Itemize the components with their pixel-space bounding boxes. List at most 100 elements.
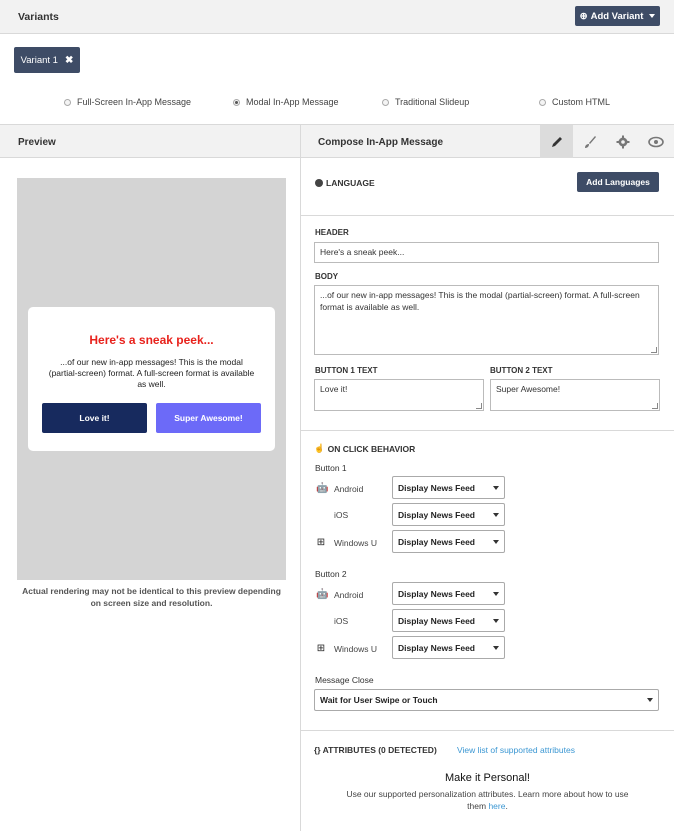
- button2-text-value: Super Awesome!: [496, 384, 561, 394]
- modal-header: Here's a sneak peek...: [89, 333, 214, 347]
- divider: [301, 730, 674, 731]
- behavior-select-b2-windows[interactable]: Display News Feed: [392, 636, 505, 659]
- resize-handle-icon[interactable]: [476, 403, 482, 409]
- modal-preview: Here's a sneak peek... ...of our new in-…: [28, 307, 275, 451]
- header-input[interactable]: Here's a sneak peek...: [314, 242, 659, 263]
- caret-down-icon: [493, 485, 499, 490]
- radio-custom-html[interactable]: Custom HTML: [539, 97, 610, 107]
- platform-android-2: 🤖 Android: [316, 589, 363, 600]
- divider: [301, 215, 674, 216]
- caret-down-icon: [649, 14, 656, 18]
- button2-text-input[interactable]: Super Awesome!: [490, 379, 660, 411]
- android-icon: 🤖: [316, 589, 329, 600]
- gear-icon: [616, 135, 629, 148]
- plus-circle-icon: ⊕: [579, 10, 588, 22]
- personal-period: .: [505, 801, 508, 811]
- caret-down-icon: [493, 512, 499, 517]
- caret-down-icon: [493, 591, 499, 596]
- add-variant-button[interactable]: ⊕ Add Variant: [575, 6, 660, 26]
- add-variant-label: Add Variant: [590, 10, 644, 22]
- body-text: ...of our new in-app messages! This is t…: [320, 290, 640, 312]
- preview-title: Preview: [18, 137, 56, 148]
- select-value: Display News Feed: [398, 482, 476, 493]
- button2-section-label: Button 2: [315, 569, 347, 579]
- button1-text-input[interactable]: Love it!: [314, 379, 484, 411]
- platform-label: iOS: [334, 510, 349, 520]
- section-header-bar: Preview Compose In-App Message: [0, 124, 674, 158]
- caret-down-icon: [493, 539, 499, 544]
- radio-slideup[interactable]: Traditional Slideup: [382, 97, 469, 107]
- behavior-select-b1-ios[interactable]: Display News Feed: [392, 503, 505, 526]
- body-label: BODY: [315, 272, 339, 281]
- tab-style[interactable]: [573, 125, 606, 158]
- behavior-select-b1-windows[interactable]: Display News Feed: [392, 530, 505, 553]
- button2-text-label: BUTTON 2 TEXT: [490, 366, 553, 375]
- tab-settings[interactable]: [606, 125, 639, 158]
- platform-label: iOS: [334, 616, 349, 626]
- eye-icon: [647, 136, 664, 147]
- body-textarea[interactable]: ...of our new in-app messages! This is t…: [314, 285, 659, 355]
- radio-label: Modal In-App Message: [246, 97, 339, 107]
- button1-text-value: Love it!: [320, 384, 348, 394]
- language-label: LANGUAGE: [315, 178, 375, 188]
- preview-note: Actual rendering may not be identical to…: [22, 586, 281, 608]
- platform-android-1: 🤖 Android: [316, 483, 363, 494]
- radio-label: Custom HTML: [552, 97, 611, 107]
- radio-label: Traditional Slideup: [395, 97, 470, 107]
- globe-icon: [315, 179, 323, 187]
- pencil-icon: [551, 136, 562, 147]
- personal-here-link[interactable]: here: [488, 801, 505, 811]
- resize-handle-icon[interactable]: [651, 347, 657, 353]
- caret-down-icon: [493, 645, 499, 650]
- radio-modal[interactable]: Modal In-App Message: [233, 97, 339, 107]
- tab-edit[interactable]: [540, 125, 573, 158]
- variant-chip[interactable]: Variant 1 ✖: [14, 47, 80, 73]
- select-value: Wait for User Swipe or Touch: [320, 695, 438, 705]
- platform-label: Windows U: [334, 643, 377, 654]
- platform-ios-2: iOS: [316, 616, 348, 626]
- pointer-hand-icon: ☝: [314, 443, 325, 453]
- modal-button-2: Super Awesome!: [156, 403, 261, 433]
- button1-section-label: Button 1: [315, 463, 347, 473]
- android-icon: 🤖: [316, 483, 329, 494]
- message-type-options: Full-Screen In-App Message Modal In-App …: [0, 97, 674, 111]
- platform-label: Android: [334, 589, 364, 600]
- brush-icon: [584, 135, 596, 148]
- select-value: Display News Feed: [398, 642, 476, 653]
- modal-button-1: Love it!: [42, 403, 147, 433]
- radio-indicator: [233, 98, 240, 106]
- variants-title: Variants: [18, 11, 59, 23]
- platform-label: Android: [334, 483, 364, 494]
- attributes-label: {} ATTRIBUTES (0 DETECTED): [314, 745, 437, 755]
- behavior-select-b1-android[interactable]: Display News Feed: [392, 476, 505, 499]
- select-value: Display News Feed: [398, 536, 476, 547]
- radio-indicator: [539, 98, 546, 106]
- radio-indicator: [382, 98, 389, 106]
- select-value: Display News Feed: [398, 615, 476, 626]
- on-click-label: ☝ ON CLICK BEHAVIOR: [314, 443, 415, 454]
- language-text: LANGUAGE: [326, 178, 375, 188]
- divider: [301, 430, 674, 431]
- personal-text: Use our supported personalization attrib…: [345, 788, 630, 812]
- column-divider: [300, 124, 301, 831]
- behavior-select-b2-ios[interactable]: Display News Feed: [392, 609, 505, 632]
- radio-full-screen[interactable]: Full-Screen In-App Message: [64, 97, 191, 107]
- button1-text-label: BUTTON 1 TEXT: [315, 366, 378, 375]
- resize-handle-icon[interactable]: [652, 403, 658, 409]
- supported-attributes-link[interactable]: View list of supported attributes: [457, 745, 575, 755]
- platform-label: Windows U: [334, 537, 377, 548]
- tab-preview[interactable]: [639, 125, 672, 158]
- behavior-select-b2-android[interactable]: Display News Feed: [392, 582, 505, 605]
- message-close-select[interactable]: Wait for User Swipe or Touch: [314, 689, 659, 711]
- caret-down-icon: [493, 618, 499, 623]
- message-close-label: Message Close: [315, 675, 374, 685]
- add-languages-button[interactable]: Add Languages: [577, 172, 659, 192]
- close-icon[interactable]: ✖: [65, 55, 73, 66]
- radio-label: Full-Screen In-App Message: [77, 97, 192, 107]
- platform-ios-1: iOS: [316, 510, 348, 520]
- personal-title: Make it Personal!: [445, 772, 530, 784]
- select-value: Display News Feed: [398, 509, 476, 520]
- select-value: Display News Feed: [398, 588, 476, 599]
- header-label: HEADER: [315, 228, 349, 237]
- variants-bar: Variants ⊕ Add Variant: [0, 0, 674, 34]
